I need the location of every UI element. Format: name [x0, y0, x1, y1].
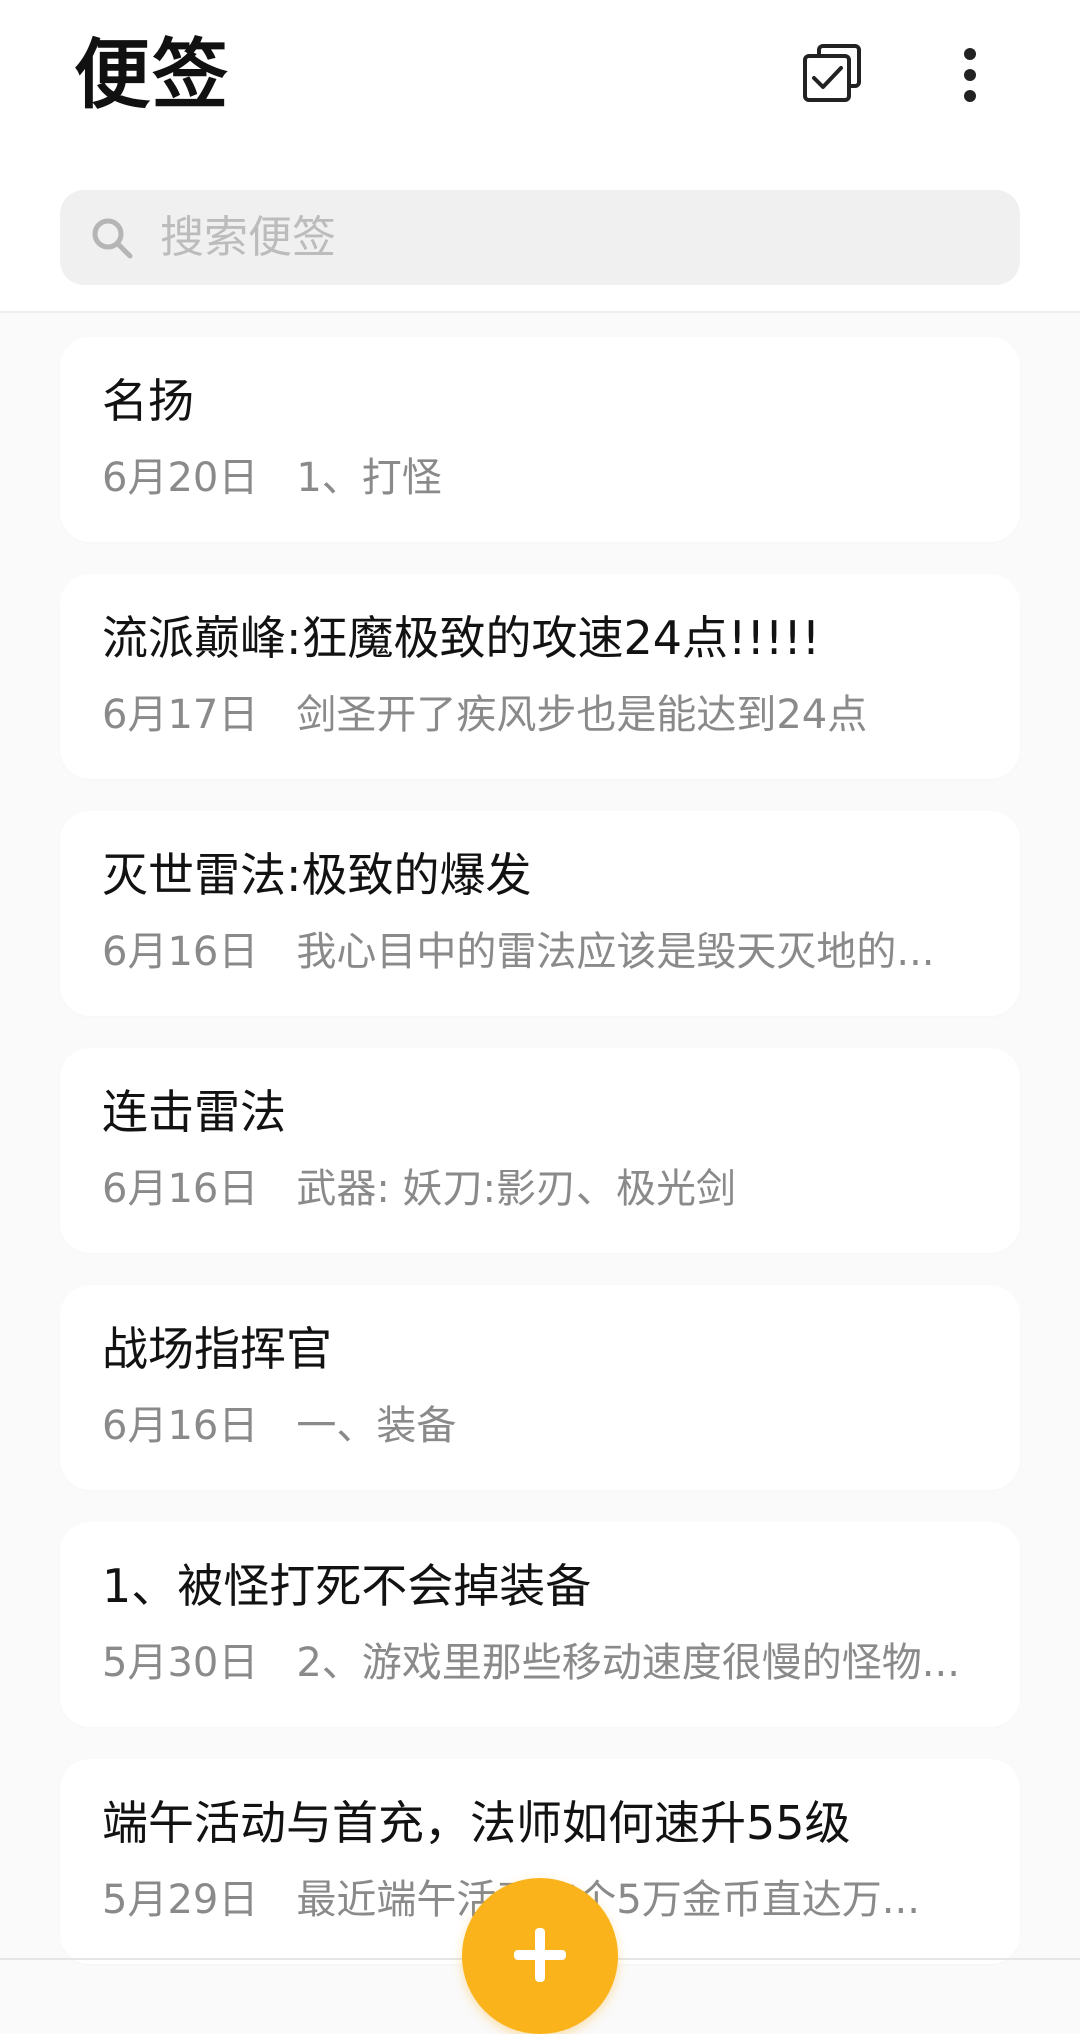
note-date: 6月16日: [102, 929, 259, 975]
search-bar[interactable]: [60, 190, 1020, 285]
note-meta: 5月30日 2、游戏里那些移动速度很慢的怪物...: [102, 1636, 982, 1690]
note-meta: 6月17日 剑圣开了疾风步也是能达到24点: [102, 688, 982, 742]
note-title: 端午活动与首充，法师如何速升55级: [102, 1796, 851, 1850]
note-date: 6月16日: [102, 1166, 259, 1212]
note-title: 流派巅峰:狂魔极致的攻速24点!!!!!: [102, 611, 821, 665]
note-preview: 最近端午活动有个5万金币直达万...: [296, 1877, 920, 1923]
note-card[interactable]: 流派巅峰:狂魔极致的攻速24点!!!!! 6月17日 剑圣开了疾风步也是能达到24…: [60, 574, 1020, 779]
note-date: 5月30日: [102, 1640, 259, 1686]
app-header: 便签: [0, 0, 1080, 313]
note-date: 6月16日: [102, 1403, 259, 1449]
note-card[interactable]: 1、被怪打死不会掉装备 5月30日 2、游戏里那些移动速度很慢的怪物...: [60, 1522, 1020, 1727]
note-card[interactable]: 名扬 6月20日 1、打怪: [60, 337, 1020, 542]
note-title: 1、被怪打死不会掉装备: [102, 1559, 592, 1613]
note-preview: 1、打怪: [296, 455, 442, 501]
more-options-button[interactable]: [925, 30, 1015, 120]
note-date: 5月29日: [102, 1877, 259, 1923]
note-preview: 一、装备: [296, 1403, 457, 1449]
note-preview: 我心目中的雷法应该是毁天灭地的...: [296, 929, 935, 975]
page-title: 便签: [74, 30, 230, 119]
note-card[interactable]: 灭世雷法:极致的爆发 6月16日 我心目中的雷法应该是毁天灭地的...: [60, 811, 1020, 1016]
note-card[interactable]: 连击雷法 6月16日 武器: 妖刀:影刃、极光剑: [60, 1048, 1020, 1253]
note-title: 灭世雷法:极致的爆发: [102, 848, 532, 902]
plus-icon-stroke: [535, 1928, 545, 1982]
checkbox-square-icon: [803, 44, 861, 102]
note-preview: 武器: 妖刀:影刃、极光剑: [296, 1166, 737, 1212]
note-preview: 剑圣开了疾风步也是能达到24点: [296, 692, 868, 738]
note-meta: 6月16日 我心目中的雷法应该是毁天灭地的...: [102, 925, 982, 979]
note-preview: 2、游戏里那些移动速度很慢的怪物...: [296, 1640, 960, 1686]
note-date: 6月20日: [102, 455, 259, 501]
note-meta: 6月20日 1、打怪: [102, 451, 982, 505]
multi-select-button[interactable]: [789, 30, 879, 120]
note-title: 战场指挥官: [102, 1322, 332, 1376]
more-vertical-icon: [964, 48, 976, 102]
note-title: 名扬: [102, 374, 194, 428]
note-meta: 6月16日 武器: 妖刀:影刃、极光剑: [102, 1162, 982, 1216]
add-note-button[interactable]: [462, 1878, 618, 2034]
note-card[interactable]: 战场指挥官 6月16日 一、装备: [60, 1285, 1020, 1490]
note-list: 名扬 6月20日 1、打怪 流派巅峰:狂魔极致的攻速24点!!!!! 6月17日剑…: [60, 337, 1020, 1996]
note-date: 6月17日: [102, 692, 259, 738]
note-title: 连击雷法: [102, 1085, 286, 1139]
search-icon: [92, 218, 133, 259]
note-meta: 6月16日 一、装备: [102, 1399, 982, 1453]
search-input[interactable]: [160, 190, 980, 285]
